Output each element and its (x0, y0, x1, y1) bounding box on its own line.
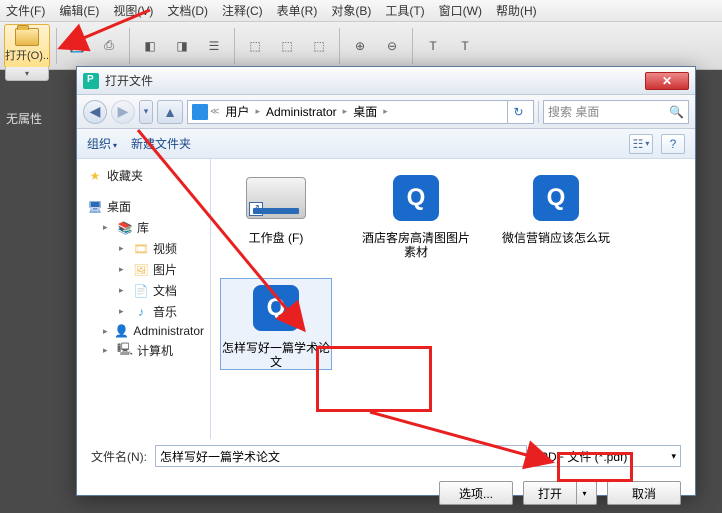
open-confirm-button[interactable]: 打开 ▾ (523, 481, 597, 505)
tree-videos[interactable]: ▸🎞视频 (81, 238, 206, 259)
filename-row: 文件名(N): PDF 文件 (*.pdf) ▾ (77, 439, 695, 473)
print-icon[interactable]: ⎙ (95, 32, 123, 60)
tool-icon[interactable]: ⬚ (305, 32, 333, 60)
tool-icon[interactable]: ⬚ (241, 32, 269, 60)
zoom-out-icon[interactable]: ⊖ (378, 32, 406, 60)
tree-documents[interactable]: ▸📄文档 (81, 280, 206, 301)
menu-document[interactable]: 文档(D) (167, 2, 208, 19)
filename-input[interactable] (155, 445, 527, 467)
filename-label: 文件名(N): (91, 448, 147, 465)
chevron-down-icon: ▾ (671, 451, 676, 462)
file-label: 微信营销应该怎么玩 (502, 231, 610, 245)
menu-tools[interactable]: 工具(T) (385, 2, 424, 19)
tree-pictures[interactable]: ▸🖼图片 (81, 259, 206, 280)
main-toolbar: 打开(O).. ▾ 💾 ⎙ ◧ ◨ ☰ ⬚ ⬚ ⬚ ⊕ ⊖ T T (0, 22, 722, 70)
file-item-drive[interactable]: ↗ 工作盘 (F) (221, 169, 331, 259)
menu-object[interactable]: 对象(B) (331, 2, 371, 19)
menu-comment[interactable]: 注释(C) (222, 2, 263, 19)
tree-desktop[interactable]: 🖥桌面 (81, 196, 206, 217)
up-button[interactable]: ▲ (157, 100, 183, 124)
menu-help[interactable]: 帮助(H) (496, 2, 537, 19)
forward-button[interactable]: ▶ (111, 100, 135, 124)
file-label: 酒店客房高清图图片素材 (361, 231, 471, 259)
open-button-label: 打开(O).. (5, 47, 49, 63)
save-icon[interactable]: 💾 (63, 32, 91, 60)
pdf-icon: Q (253, 285, 299, 331)
no-properties-label: 无属性 (6, 110, 42, 127)
cancel-button[interactable]: 取消 (607, 481, 681, 505)
menu-edit[interactable]: 编辑(E) (59, 2, 99, 19)
organize-row: 组织▾ 新建文件夹 ☷▾ ? (77, 129, 695, 159)
close-button[interactable]: ✕ (645, 72, 689, 90)
file-item-pdf[interactable]: Q 酒店客房高清图图片素材 (361, 169, 471, 259)
search-input[interactable]: 搜索 桌面 🔍 (543, 100, 689, 124)
refresh-icon[interactable]: ↻ (507, 100, 529, 124)
file-type-filter[interactable]: PDF 文件 (*.pdf) ▾ (535, 445, 681, 467)
app-icon (83, 73, 99, 89)
file-list: ↗ 工作盘 (F) Q 酒店客房高清图图片素材 Q 微信营销应该怎么玩 Q 怎样… (211, 159, 695, 439)
tree-computer[interactable]: ▸🖳计算机 (81, 340, 206, 361)
nav-row: ◀ ▶ ▾ ▲ ≪ 用户 ▸ Administrator ▸ 桌面 ▸ ↻ 搜索… (77, 95, 695, 129)
help-icon[interactable]: ? (661, 134, 685, 154)
tree-music[interactable]: ▸♪音乐 (81, 301, 206, 322)
back-button[interactable]: ◀ (83, 100, 107, 124)
breadcrumb-segment[interactable]: 桌面 (349, 103, 381, 120)
open-file-dialog: 打开文件 ✕ ◀ ▶ ▾ ▲ ≪ 用户 ▸ Administrator ▸ 桌面… (76, 66, 696, 496)
search-placeholder: 搜索 桌面 (548, 103, 599, 120)
dialog-titlebar: 打开文件 ✕ (77, 67, 695, 95)
pdf-icon: Q (393, 175, 439, 221)
folder-tree: ★收藏夹 🖥桌面 ▸📚库 ▸🎞视频 ▸🖼图片 ▸📄文档 ▸♪音乐 ▸👤Admin… (77, 159, 211, 439)
zoom-in-icon[interactable]: ⊕ (346, 32, 374, 60)
button-row: 选项... 打开 ▾ 取消 (77, 473, 695, 513)
new-folder-button[interactable]: 新建文件夹 (131, 135, 191, 152)
history-dropdown[interactable]: ▾ (139, 100, 153, 124)
file-label: 怎样写好一篇学术论文 (221, 341, 331, 369)
view-mode-button[interactable]: ☷▾ (629, 134, 653, 154)
tool-icon[interactable]: ⬚ (273, 32, 301, 60)
pdf-icon: Q (533, 175, 579, 221)
filter-label: PDF 文件 (*.pdf) (540, 448, 627, 465)
menu-file[interactable]: 文件(F) (6, 2, 45, 19)
open-dropdown-caret[interactable]: ▾ (5, 67, 49, 81)
tree-libraries[interactable]: ▸📚库 (81, 217, 206, 238)
folder-open-icon (15, 28, 39, 46)
organize-button[interactable]: 组织▾ (87, 135, 117, 152)
file-item-pdf-selected[interactable]: Q 怎样写好一篇学术论文 (221, 279, 331, 369)
file-label: 工作盘 (F) (249, 231, 304, 245)
breadcrumb-segment[interactable]: 用户 (221, 103, 253, 120)
tool-icon[interactable]: ☰ (200, 32, 228, 60)
breadcrumb[interactable]: ≪ 用户 ▸ Administrator ▸ 桌面 ▸ ↻ (187, 100, 534, 124)
location-icon (192, 104, 208, 120)
menu-form[interactable]: 表单(R) (277, 2, 318, 19)
drive-icon: ↗ (246, 177, 306, 219)
tool-icon[interactable]: ◨ (168, 32, 196, 60)
text-icon[interactable]: T (419, 32, 447, 60)
options-button[interactable]: 选项... (439, 481, 513, 505)
tool-icon[interactable]: ◧ (136, 32, 164, 60)
tree-favorites[interactable]: ★收藏夹 (81, 165, 206, 186)
menu-view[interactable]: 视图(V) (113, 2, 153, 19)
menu-bar: 文件(F) 编辑(E) 视图(V) 文档(D) 注释(C) 表单(R) 对象(B… (0, 0, 722, 22)
dialog-title: 打开文件 (105, 72, 645, 89)
search-icon: 🔍 (669, 105, 684, 119)
tree-admin[interactable]: ▸👤Administrator (81, 322, 206, 340)
menu-window[interactable]: 窗口(W) (439, 2, 482, 19)
open-button[interactable]: 打开(O).. ▾ (4, 24, 50, 68)
breadcrumb-segment[interactable]: Administrator (262, 105, 341, 119)
file-item-pdf[interactable]: Q 微信营销应该怎么玩 (501, 169, 611, 259)
text-icon[interactable]: T (451, 32, 479, 60)
